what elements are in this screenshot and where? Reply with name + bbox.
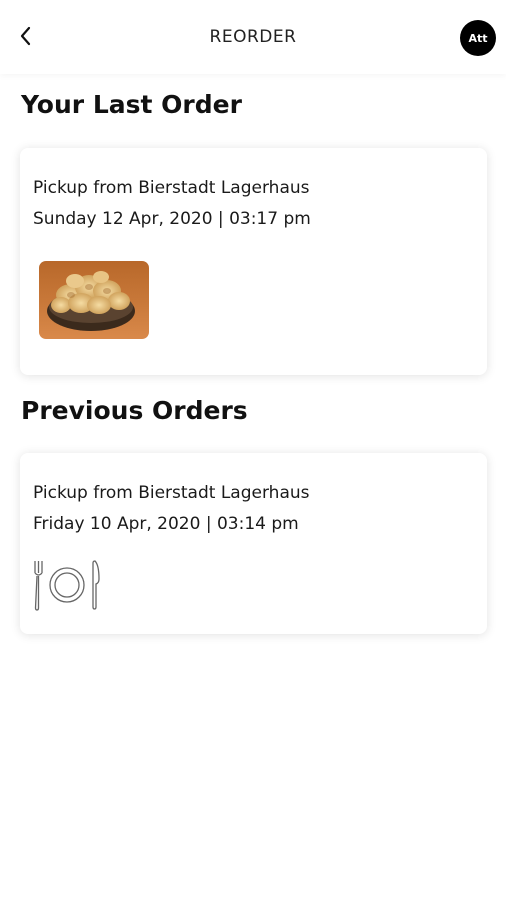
chevron-left-icon (20, 26, 31, 46)
order-datetime: Sunday 12 Apr, 2020 | 03:17 pm (33, 209, 311, 229)
last-order-heading: Your Last Order (21, 90, 242, 119)
pretzel-chips-image (39, 261, 149, 339)
previous-orders-heading: Previous Orders (21, 396, 248, 425)
plate-cutlery-icon (34, 560, 100, 611)
top-bar: REORDER Att (0, 0, 506, 74)
avatar[interactable]: Att (460, 20, 496, 56)
previous-order-card[interactable]: Pickup from Bierstadt Lagerhaus Friday 1… (20, 453, 487, 634)
order-item-thumbnail[interactable] (39, 261, 149, 339)
pickup-location: Pickup from Bierstadt Lagerhaus (33, 483, 310, 503)
order-datetime: Friday 10 Apr, 2020 | 03:14 pm (33, 514, 299, 534)
reorder-screen: REORDER Att Your Last Order Pickup from … (0, 0, 506, 900)
pickup-location: Pickup from Bierstadt Lagerhaus (33, 178, 310, 198)
page-title: REORDER (209, 27, 297, 47)
last-order-card[interactable]: Pickup from Bierstadt Lagerhaus Sunday 1… (20, 148, 487, 375)
back-button[interactable] (12, 22, 40, 50)
